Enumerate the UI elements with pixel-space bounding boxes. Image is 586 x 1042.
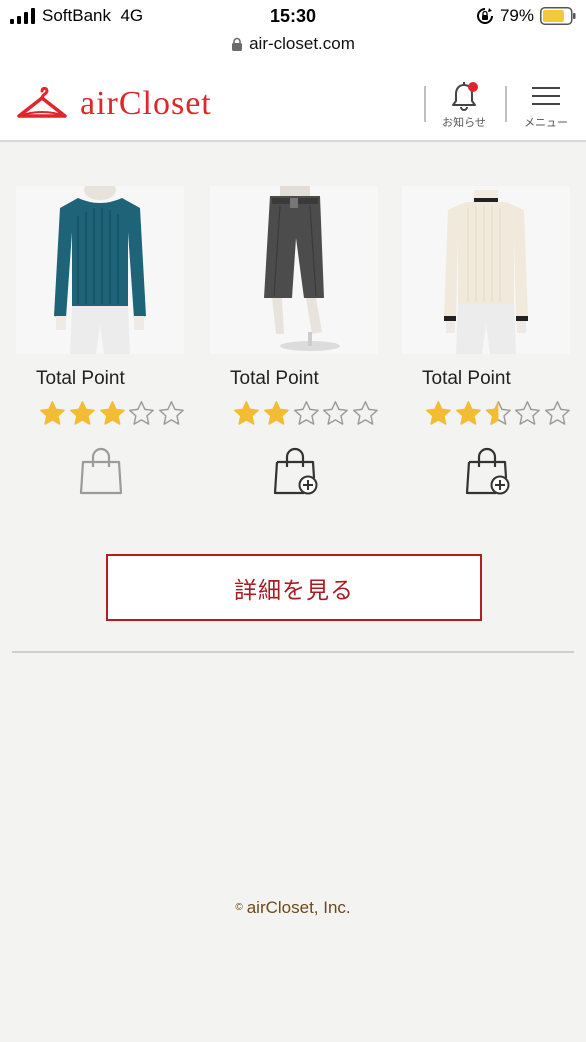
notification-badge	[468, 82, 478, 92]
turtleneck-photo	[402, 186, 570, 354]
hanger-icon	[17, 86, 67, 118]
lock-icon	[232, 37, 243, 51]
star-empty-icon	[293, 401, 319, 425]
footer-copyright: © airCloset, Inc.	[0, 898, 586, 918]
shopping-bag-add-icon[interactable]	[272, 446, 318, 496]
total-point-label: Total Point	[36, 368, 125, 389]
battery-icon	[540, 7, 576, 25]
star-rating	[38, 398, 186, 428]
shopping-bag-add-icon[interactable]	[464, 446, 510, 496]
star-rating	[232, 398, 380, 428]
status-right: 79%	[476, 6, 576, 26]
star-filled-icon	[69, 401, 95, 425]
copyright-symbol: ©	[235, 902, 243, 913]
logo-text: airCloset	[80, 85, 212, 122]
star-rating	[424, 398, 572, 428]
star-empty-icon	[159, 401, 185, 425]
menu-button[interactable]: メニュー	[516, 80, 576, 130]
header-divider	[505, 86, 507, 122]
product-image[interactable]	[16, 186, 184, 354]
url-display[interactable]: air-closet.com	[231, 34, 355, 54]
battery-percent: 79%	[499, 6, 534, 25]
product-card: Total Point	[210, 186, 380, 496]
star-half-icon	[485, 401, 511, 425]
header-divider	[424, 86, 426, 122]
orientation-lock-icon	[476, 8, 493, 24]
hamburger-menu-icon	[532, 87, 560, 105]
notifications-label: お知らせ	[442, 117, 486, 129]
total-point-label: Total Point	[230, 368, 319, 389]
star-empty-icon	[515, 401, 541, 425]
address-bar[interactable]: air-closet.com	[0, 34, 586, 64]
pants-photo	[210, 186, 378, 354]
star-filled-icon	[455, 401, 481, 425]
star-empty-icon	[545, 401, 571, 425]
star-empty-icon	[129, 401, 155, 425]
star-empty-icon	[323, 401, 349, 425]
menu-label: メニュー	[524, 117, 568, 129]
copyright-text: airCloset, Inc.	[246, 898, 351, 917]
status-bar: SoftBank 4G 15:30 79%	[0, 0, 586, 34]
site-header: airCloset お知らせ メニュー	[0, 64, 586, 142]
star-filled-icon	[233, 401, 259, 425]
product-card: Total Point	[402, 186, 572, 496]
aircloset-logo[interactable]: airCloset	[16, 86, 212, 122]
star-empty-icon	[353, 401, 379, 425]
product-card: Total Point	[16, 186, 186, 496]
total-point-label: Total Point	[422, 368, 511, 389]
url-text: air-closet.com	[249, 34, 355, 53]
product-image[interactable]	[402, 186, 570, 354]
recommended-items: Total Point Total Point Total Point	[16, 186, 572, 506]
bell-icon	[452, 82, 478, 111]
star-filled-icon	[39, 401, 65, 425]
star-filled-icon	[425, 401, 451, 425]
star-filled-icon	[99, 401, 125, 425]
view-details-button[interactable]: 詳細を見る	[106, 554, 482, 621]
divider	[12, 651, 574, 653]
notifications-button[interactable]: お知らせ	[434, 80, 494, 130]
sweater-photo	[16, 186, 184, 354]
product-image[interactable]	[210, 186, 378, 354]
shopping-bag-icon[interactable]	[78, 446, 124, 496]
star-filled-icon	[263, 401, 289, 425]
